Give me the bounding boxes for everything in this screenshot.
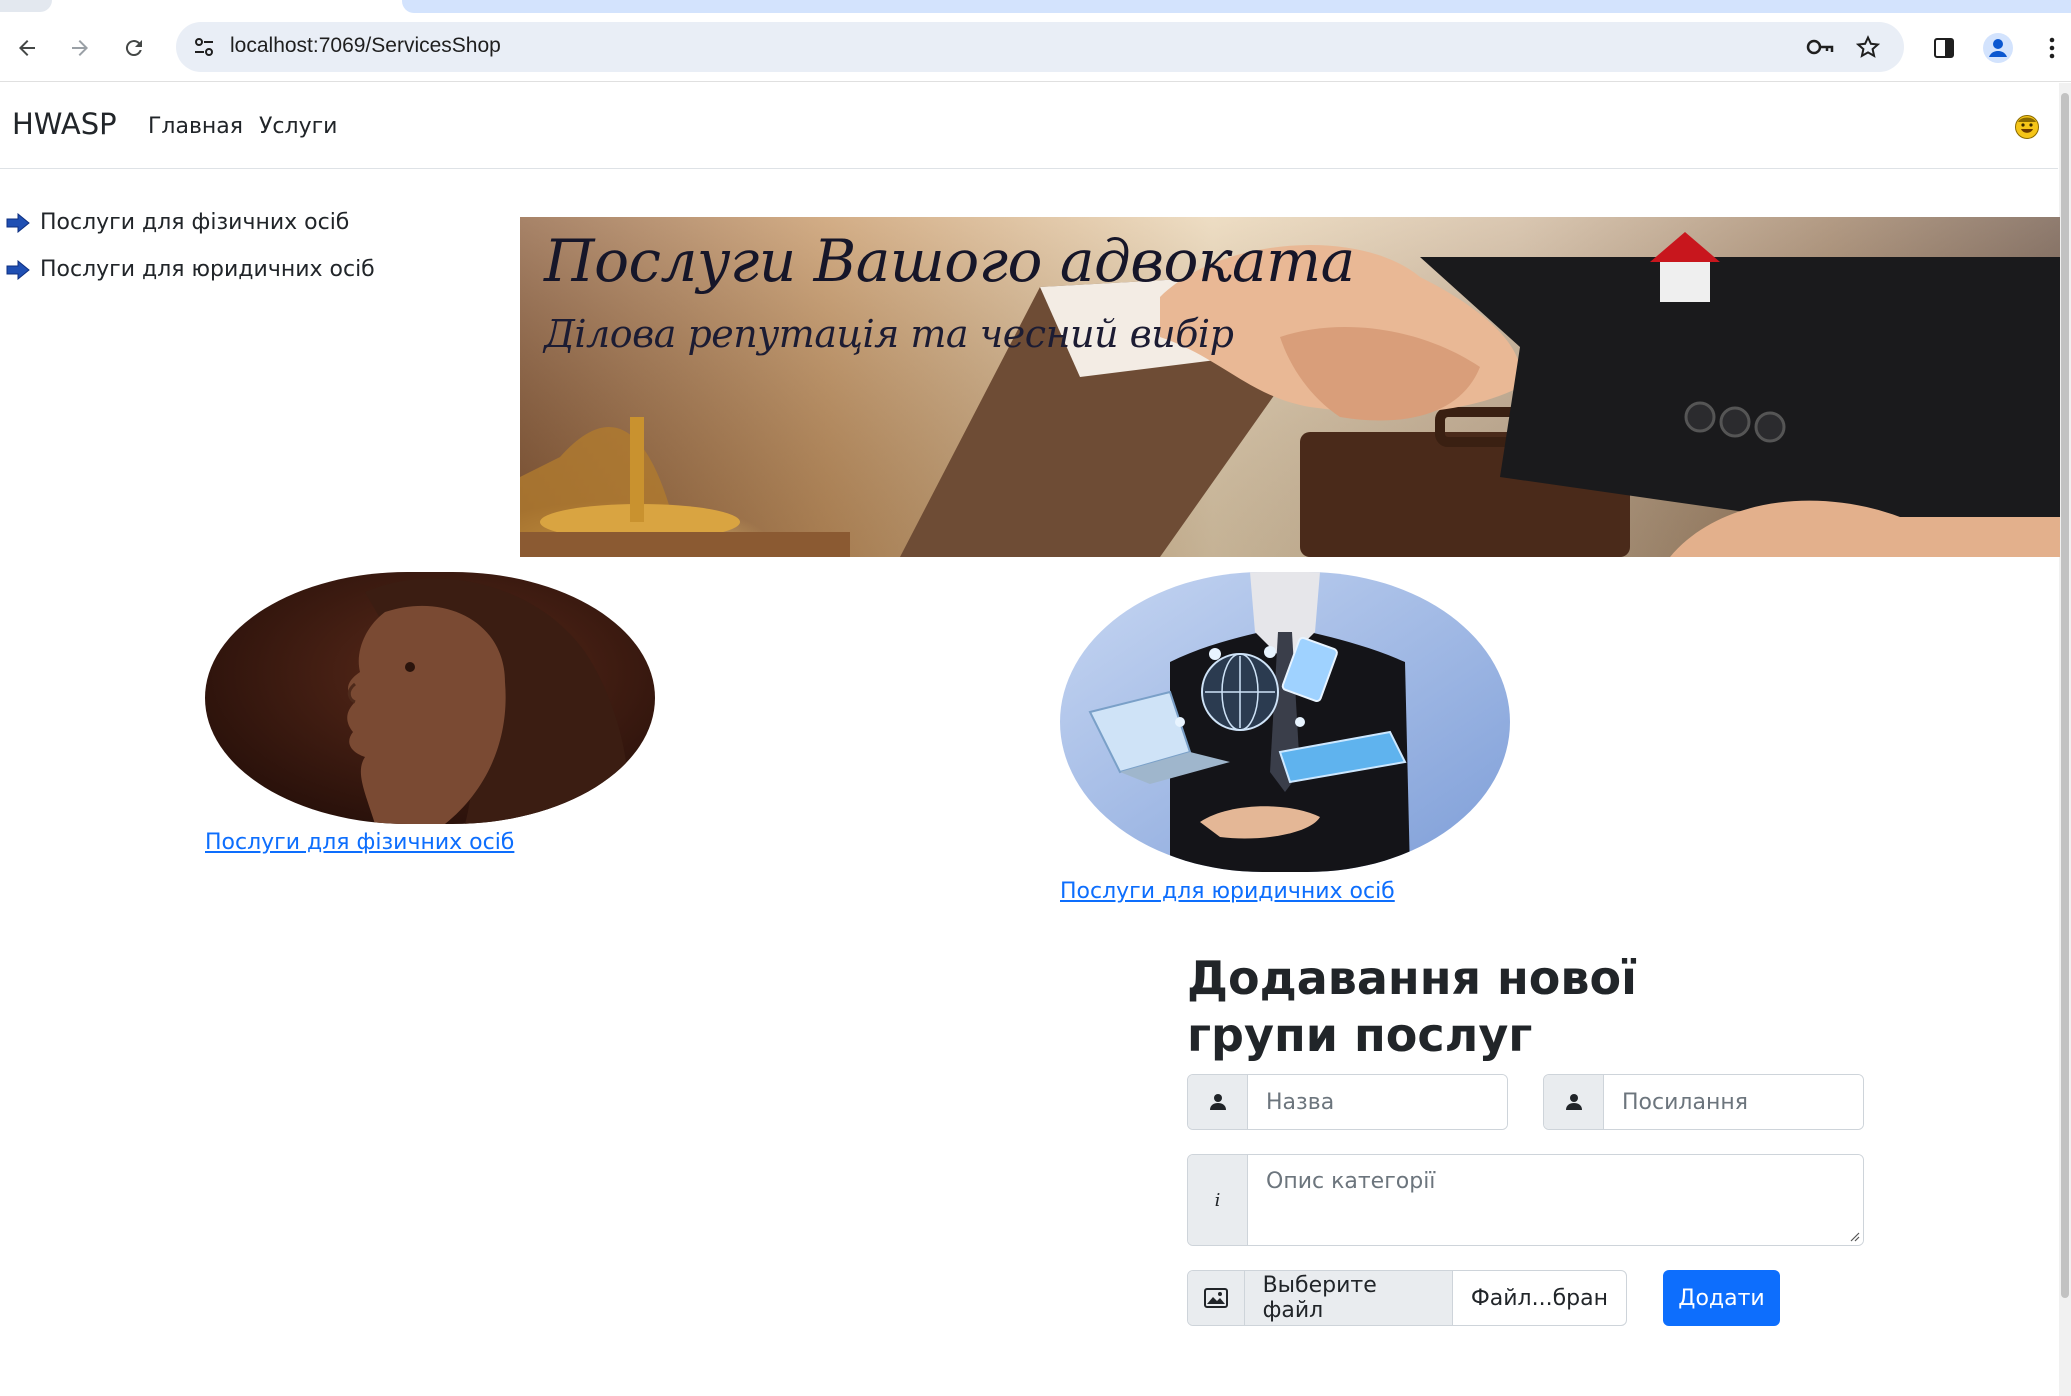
image-icon <box>1188 1271 1245 1325</box>
site-navbar: HWASP Главная Услуги <box>0 83 2058 169</box>
info-icon: i <box>1188 1155 1248 1245</box>
site-settings-icon[interactable] <box>188 31 220 63</box>
brand-link[interactable]: HWASP <box>12 107 117 141</box>
legal-entities-category-image[interactable] <box>1060 572 1510 872</box>
sidebar-item-individuals[interactable]: Послуги для фізичних осіб <box>6 210 349 235</box>
legal-entities-category-link[interactable]: Послуги для юридичних осіб <box>1060 879 1395 904</box>
sidebar-item-label: Послуги для фізичних осіб <box>40 210 350 235</box>
banner-title: Послуги Вашого адвоката <box>544 227 1355 295</box>
tab-left[interactable] <box>0 0 52 12</box>
link-input-group <box>1543 1074 1864 1130</box>
banner-subtitle: Ділова репутація та чесний вибір <box>544 312 1234 356</box>
nav-link-services[interactable]: Услуги <box>259 114 337 139</box>
nav-link-home[interactable]: Главная <box>148 114 243 139</box>
back-icon[interactable] <box>11 32 43 64</box>
add-button[interactable]: Додати <box>1663 1270 1780 1326</box>
menu-icon[interactable] <box>2036 32 2068 64</box>
hero-banner: Послуги Вашого адвоката Ділова репутація… <box>520 217 2060 557</box>
description-input-group: i <box>1187 1154 1864 1246</box>
sidebar-item-legal-entities[interactable]: Послуги для юридичних осіб <box>6 257 375 282</box>
url-text[interactable]: localhost:7069/ServicesShop <box>230 34 501 58</box>
user-icon <box>1188 1075 1248 1129</box>
name-input-group <box>1187 1074 1508 1130</box>
reload-icon[interactable] <box>118 32 150 64</box>
sidebar-item-label: Послуги для юридичних осіб <box>40 257 375 282</box>
file-name-text: Файл...бран <box>1470 1285 1608 1311</box>
scrollbar-thumb[interactable] <box>2061 93 2069 1298</box>
choose-file-button[interactable]: Выберите файл <box>1244 1271 1453 1325</box>
user-icon <box>1544 1075 1604 1129</box>
key-icon[interactable] <box>1804 31 1836 63</box>
description-textarea[interactable] <box>1248 1155 1863 1245</box>
form-title: Додавання нової групи послуг <box>1187 951 1637 1062</box>
arrow-right-icon <box>6 212 30 233</box>
address-bar[interactable]: localhost:7069/ServicesShop <box>176 22 1904 72</box>
name-input[interactable] <box>1248 1075 1507 1129</box>
arrow-right-icon <box>6 259 30 280</box>
browser-toolbar: localhost:7069/ServicesShop <box>0 14 2071 82</box>
smiley-icon[interactable] <box>2013 113 2041 139</box>
page-scrollbar[interactable] <box>2059 83 2071 1396</box>
file-input-group: Выберите файл Файл...бран <box>1187 1270 1627 1326</box>
side-panel-icon[interactable] <box>1928 32 1960 64</box>
profile-icon[interactable] <box>1982 32 2014 64</box>
forward-icon[interactable] <box>64 32 96 64</box>
link-input[interactable] <box>1604 1075 1863 1129</box>
resize-handle-icon[interactable] <box>1848 1230 1860 1242</box>
individuals-category-image[interactable] <box>205 572 655 824</box>
individuals-category-link[interactable]: Послуги для фізичних осіб <box>205 830 514 855</box>
tab-strip <box>0 0 2071 14</box>
star-icon[interactable] <box>1852 31 1884 63</box>
info-addon-text: i <box>1214 1189 1221 1211</box>
active-tab[interactable] <box>402 0 2071 13</box>
